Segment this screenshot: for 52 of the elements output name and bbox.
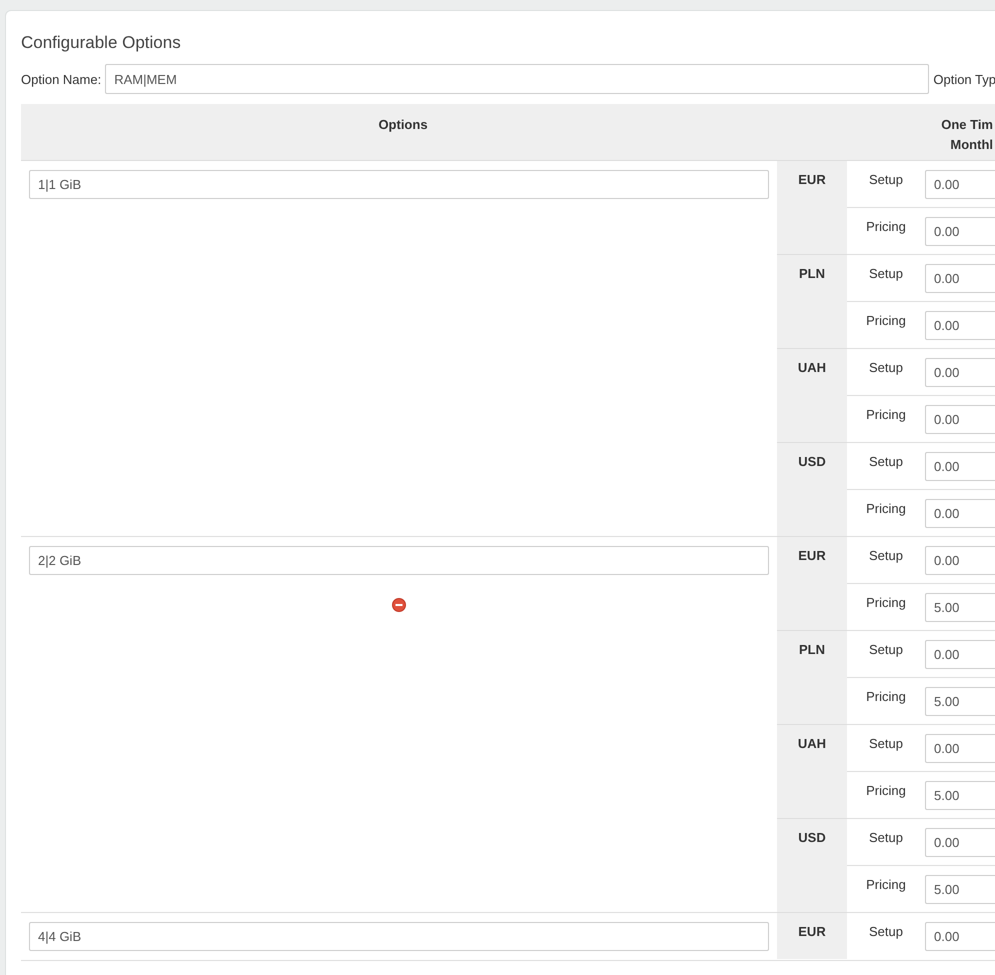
- price-label: Setup: [868, 829, 904, 847]
- price-label: Pricing: [865, 500, 907, 518]
- currency-label: USD: [777, 443, 847, 536]
- price-label: Setup: [868, 923, 904, 941]
- price-field[interactable]: 0.00: [925, 640, 995, 669]
- price-field[interactable]: 0.00: [925, 546, 995, 575]
- price-field[interactable]: 0.00: [925, 734, 995, 763]
- price-field[interactable]: 0.00: [925, 358, 995, 387]
- price-label: Pricing: [865, 406, 907, 424]
- price-field[interactable]: 5.00: [925, 687, 995, 716]
- field-label: Option Name:: [21, 72, 102, 86]
- currency-label: EUR: [777, 913, 847, 959]
- price-field[interactable]: 0.00: [925, 264, 995, 293]
- price-label: Setup: [868, 641, 904, 659]
- price-label: Setup: [868, 265, 904, 283]
- price-field[interactable]: 0.00: [925, 217, 995, 246]
- price-field[interactable]: 5.00: [925, 781, 995, 810]
- option-field[interactable]: 1|1 GiB: [29, 170, 769, 199]
- option-name-field[interactable]: RAM|MEM: [105, 64, 930, 94]
- price-field[interactable]: 0.00: [925, 499, 995, 528]
- price-field[interactable]: 0.00: [925, 311, 995, 340]
- currency-label: PLN: [777, 631, 847, 724]
- currency-label: USD: [777, 819, 847, 912]
- price-label: Setup: [868, 359, 904, 377]
- price-field[interactable]: 0.00: [925, 922, 995, 951]
- price-field[interactable]: 0.00: [925, 170, 995, 199]
- option-field[interactable]: 2|2 GiB: [29, 546, 769, 575]
- panel-title: Configurable Options: [21, 33, 182, 53]
- price-label: Setup: [868, 171, 904, 189]
- price-field[interactable]: 0.00: [925, 452, 995, 481]
- price-field[interactable]: 0.00: [925, 405, 995, 434]
- price-label: Setup: [868, 453, 904, 471]
- currency-label: PLN: [777, 255, 847, 348]
- price-field[interactable]: 5.00: [925, 875, 995, 904]
- price-field[interactable]: 5.00: [925, 593, 995, 622]
- currency-label: UAH: [777, 349, 847, 442]
- column-header: One Tim Monthl: [940, 116, 994, 154]
- price-label: Pricing: [865, 594, 907, 612]
- currency-label: EUR: [777, 161, 847, 254]
- delete-icon[interactable]: [392, 598, 406, 612]
- price-label: Pricing: [865, 218, 907, 236]
- option-field[interactable]: 4|4 GiB: [29, 922, 769, 951]
- price-field[interactable]: 0.00: [925, 828, 995, 857]
- price-label: Setup: [868, 547, 904, 565]
- price-label: Pricing: [865, 876, 907, 894]
- price-label: Pricing: [865, 312, 907, 330]
- currency-label: EUR: [777, 537, 847, 630]
- currency-label: UAH: [777, 725, 847, 818]
- price-label: Pricing: [865, 688, 907, 706]
- price-label: Pricing: [865, 782, 907, 800]
- column-header: Options: [377, 116, 429, 134]
- price-label: Setup: [868, 735, 904, 753]
